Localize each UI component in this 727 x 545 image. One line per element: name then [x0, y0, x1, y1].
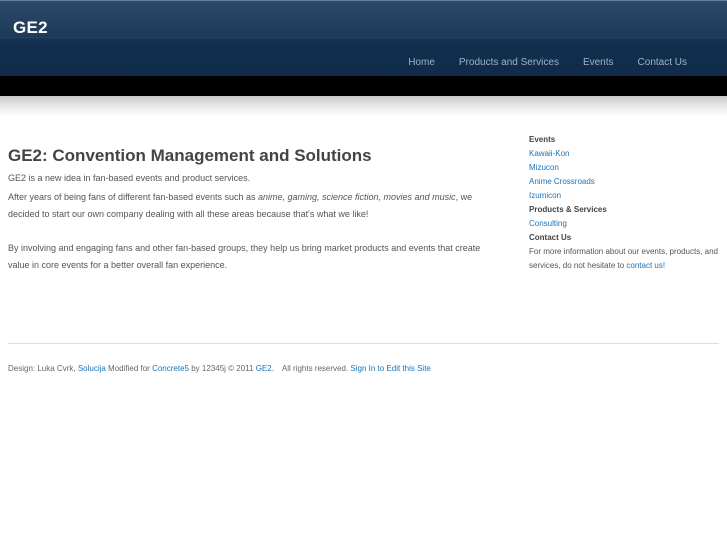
footer-sign-in-link[interactable]: Sign In to Edit this Site	[350, 364, 431, 373]
footer-divider	[8, 343, 719, 344]
sidebar: Events Kawaii-Kon Mizucon Anime Crossroa…	[529, 133, 724, 273]
nav-products-and-services[interactable]: Products and Services	[459, 57, 559, 68]
sidebar-link-anime-crossroads[interactable]: Anime Crossroads	[529, 175, 724, 189]
footer-link-solucija[interactable]: Solucija	[78, 364, 106, 373]
site-title[interactable]: GE2	[13, 18, 48, 38]
footer: Design: Luka Cvrk, Solucija Modified for…	[8, 364, 431, 373]
sidebar-link-kawaii-kon[interactable]: Kawaii-Kon	[529, 147, 724, 161]
page-title: GE2: Convention Management and Solutions	[8, 146, 372, 165]
main-nav: Home Products and Services Events Contac…	[384, 57, 687, 68]
nav-events[interactable]: Events	[583, 57, 614, 68]
header-shadow	[0, 96, 727, 116]
footer-design-text: Design: Luka Cvrk,	[8, 364, 78, 373]
sidebar-events-heading: Events	[529, 135, 556, 144]
about-topics: anime, gaming, science fiction, movies a…	[257, 192, 456, 202]
sidebar-link-izumicon[interactable]: Izumicon	[529, 189, 724, 203]
mission-paragraph: By involving and engaging fans and other…	[8, 243, 481, 270]
sidebar-contact-text: For more information about our events, p…	[529, 247, 718, 270]
footer-rights-text: All rights reserved.	[281, 364, 351, 373]
nav-contact-us[interactable]: Contact Us	[638, 57, 687, 68]
about-text-start: After years of being fans of different f…	[8, 192, 258, 202]
nav-home[interactable]: Home	[408, 57, 435, 68]
sidebar-link-consulting[interactable]: Consulting	[529, 217, 724, 231]
sidebar-contact-link[interactable]: contact us!	[626, 261, 665, 270]
footer-copyright-text: by 12345j © 2011	[189, 364, 256, 373]
sidebar-products-heading: Products & Services	[529, 205, 607, 214]
site-header: GE2 Home Products and Services Events Co…	[0, 0, 727, 76]
sidebar-contact-heading: Contact Us	[529, 233, 572, 242]
about-paragraph: After years of being fans of different f…	[8, 189, 488, 223]
footer-modified-text: Modified for	[105, 364, 153, 373]
header-black-bar	[0, 76, 727, 96]
main-content: GE2: Convention Management and Solutions…	[8, 146, 488, 274]
sidebar-link-mizucon[interactable]: Mizucon	[529, 161, 724, 175]
sidebar-contact-blurb: For more information about our events, p…	[529, 245, 724, 273]
intro-text: GE2 is a new idea in fan-based events an…	[8, 173, 251, 183]
footer-link-concrete5[interactable]: Concrete5	[152, 364, 189, 373]
footer-link-ge2[interactable]: GE2.	[256, 364, 274, 373]
